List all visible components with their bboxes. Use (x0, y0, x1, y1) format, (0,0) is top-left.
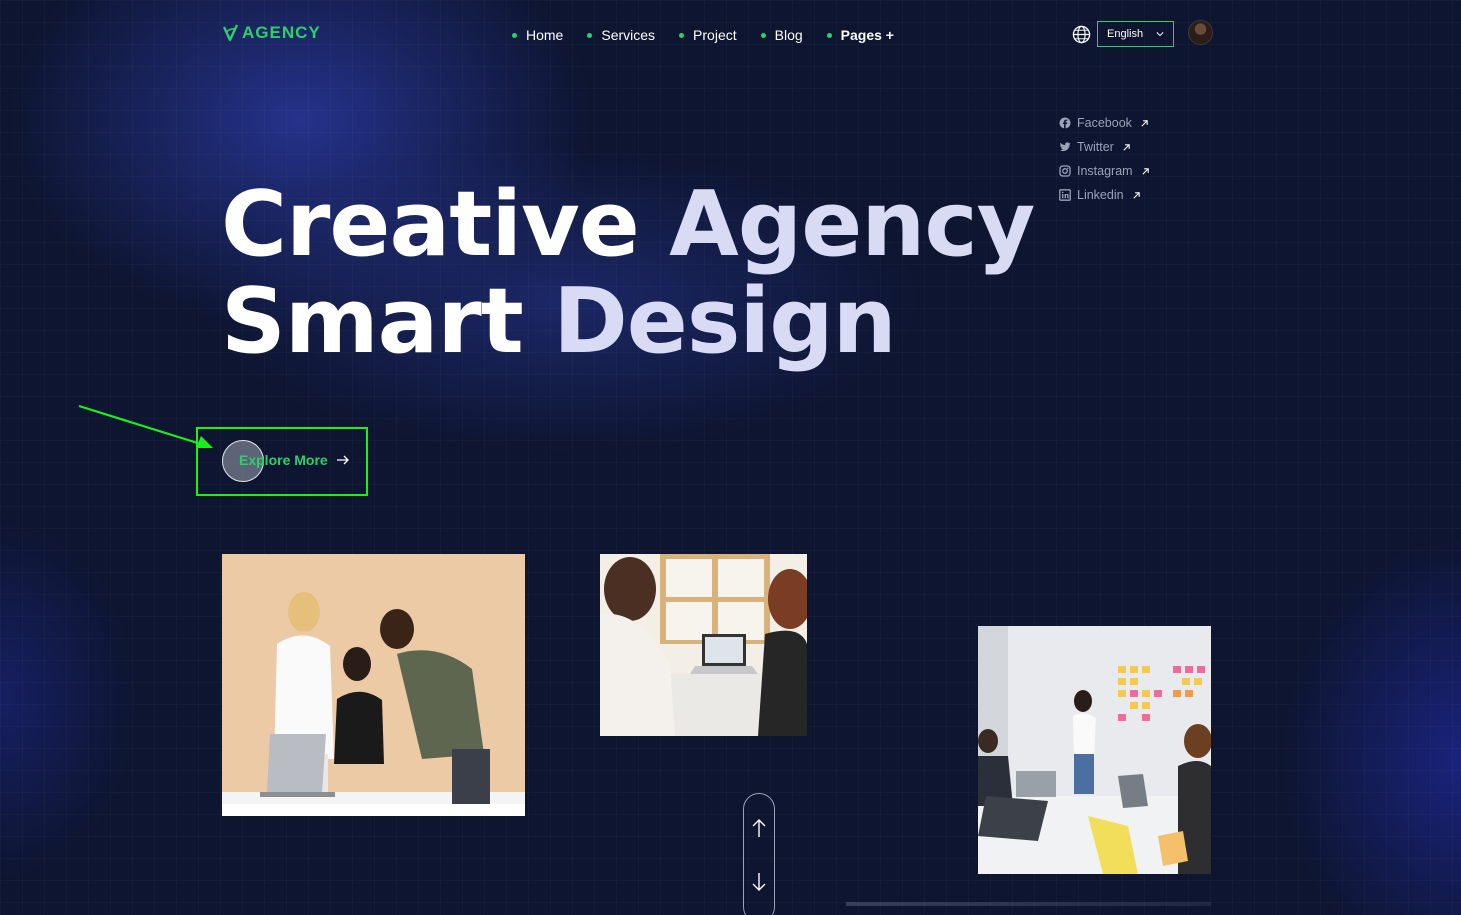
social-link-twitter[interactable]: Twitter (1059, 135, 1150, 159)
headline-word: Smart (221, 269, 524, 374)
main-nav: Home Services Project Blog Pages + (512, 26, 918, 44)
social-link-linkedin[interactable]: Linkedin (1059, 183, 1150, 207)
office-photo-whiteboard (978, 626, 1211, 874)
bullet-icon (679, 32, 685, 38)
scroll-control (743, 793, 775, 915)
twitter-icon (1059, 142, 1071, 152)
bullet-icon (826, 32, 832, 38)
hero-headline: Creative Agency Smart Design (221, 176, 1035, 370)
arrow-up-right-icon (1142, 167, 1149, 175)
facebook-icon (1059, 117, 1071, 129)
social-label: Twitter (1077, 140, 1114, 154)
arrow-down-icon[interactable] (751, 872, 767, 892)
avatar[interactable] (1188, 20, 1213, 45)
nav-label: Project (693, 27, 737, 43)
social-label: Linkedin (1077, 188, 1124, 202)
arrow-up-right-icon (1132, 191, 1140, 199)
nav-item-home[interactable]: Home (512, 26, 563, 44)
arrow-up-right-icon (1123, 143, 1130, 151)
linkedin-icon (1059, 189, 1071, 201)
headline-word: Design (553, 269, 897, 374)
nav-item-project[interactable]: Project (679, 26, 737, 44)
nav-label: Blog (774, 27, 803, 43)
nav-label: Services (601, 27, 656, 43)
social-link-instagram[interactable]: Instagram (1059, 159, 1150, 183)
office-photo-image (978, 626, 1211, 874)
nav-item-blog[interactable]: Blog (760, 26, 803, 44)
leaf-logo-icon (222, 24, 239, 42)
bullet-icon (587, 32, 593, 38)
team-photo-laptop (222, 554, 525, 816)
language-select[interactable]: English (1097, 21, 1174, 47)
headline-line-2: Smart Design (221, 273, 1034, 370)
nav-item-services[interactable]: Services (587, 26, 655, 44)
headline-word: Agency (669, 172, 1035, 277)
team-photo-image (222, 554, 525, 816)
meeting-photo-image (600, 554, 807, 736)
nav-label: Pages + (840, 27, 894, 43)
pointer-arrow-icon (78, 404, 213, 448)
nav-item-pages[interactable]: Pages + (826, 26, 894, 44)
social-link-facebook[interactable]: Facebook (1059, 111, 1150, 135)
language-value: English (1107, 28, 1144, 40)
nav-label: Home (526, 27, 564, 43)
scroll-progress-track (846, 902, 1211, 906)
headline-word: Creative (221, 172, 640, 277)
social-links: Facebook Twitter Instagram Linkedin (1059, 111, 1150, 207)
chevron-down-icon (1156, 32, 1164, 37)
meeting-photo-laptop (600, 554, 807, 736)
globe-icon[interactable] (1072, 25, 1091, 44)
arrow-up-right-icon (1141, 119, 1148, 127)
social-label: Facebook (1077, 116, 1132, 130)
arrow-up-icon[interactable] (751, 818, 767, 838)
bullet-icon (760, 32, 766, 38)
instagram-icon (1059, 165, 1071, 177)
social-label: Instagram (1077, 164, 1133, 178)
logo-text: AGENCY (242, 23, 321, 42)
headline-line-1: Creative Agency (221, 176, 1035, 273)
bullet-icon (512, 32, 517, 38)
highlight-box (196, 427, 368, 496)
logo[interactable]: AGENCY (221, 23, 321, 43)
